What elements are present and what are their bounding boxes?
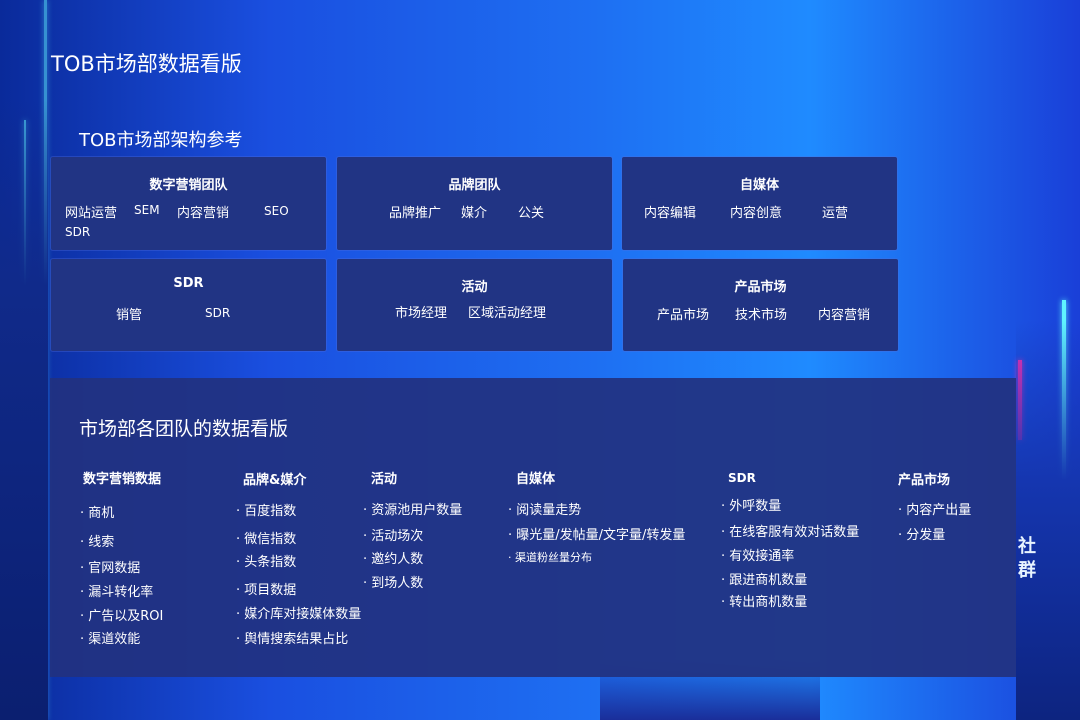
card-title: 数字营销团队 [149, 178, 228, 193]
metric-item: · 到场人数 [363, 576, 424, 591]
card-item: 产品市场 [657, 308, 710, 323]
metric-item: · 微信指数 [236, 532, 297, 547]
column-heading: 产品市场 [898, 473, 951, 488]
card-item: SEM [134, 203, 160, 217]
metric-item: · 广告以及ROI [80, 609, 164, 624]
column-heading: SDR [728, 471, 756, 485]
card-item: 内容营销 [177, 206, 230, 221]
side-text: 社群 [1018, 536, 1036, 581]
metric-item: · 项目数据 [236, 583, 297, 598]
card-item: 市场经理 [395, 306, 448, 321]
org-section-title: TOB市场部架构参考 [79, 130, 243, 151]
card-title: 品牌团队 [448, 178, 501, 193]
metric-item: · 渠道粉丝量分布 [508, 551, 592, 564]
metric-item: · 资源池用户数量 [363, 503, 463, 518]
card-item: SEO [264, 204, 289, 218]
metric-item: · 跟进商机数量 [721, 573, 808, 588]
card-item: 品牌推广 [389, 206, 442, 221]
org-card-product-marketing: 产品市场 产品市场 技术市场 内容营销 [623, 259, 898, 351]
card-item: 内容创意 [730, 206, 783, 221]
dashboard-title: 市场部各团队的数据看版 [79, 418, 289, 440]
card-title: 活动 [461, 280, 488, 295]
metric-item: · 活动场次 [363, 529, 424, 544]
org-card-events: 活动 市场经理 区域活动经理 [337, 259, 612, 351]
card-title: SDR [173, 276, 204, 291]
metric-item: · 头条指数 [236, 555, 297, 570]
card-item: 内容编辑 [644, 206, 697, 221]
metric-item: · 曝光量/发帖量/文字量/转发量 [508, 528, 686, 543]
card-item: 公关 [518, 206, 545, 221]
metric-item: · 渠道效能 [80, 632, 141, 647]
metric-item: · 媒介库对接媒体数量 [236, 607, 362, 622]
card-item: SDR [205, 306, 231, 320]
metric-item: · 百度指数 [236, 504, 297, 519]
card-item: 区域活动经理 [468, 306, 547, 321]
org-card-brand: 品牌团队 品牌推广 媒介 公关 [337, 157, 612, 250]
metric-item: · 漏斗转化率 [80, 585, 154, 600]
metric-item: · 分发量 [898, 528, 946, 543]
card-item: 网站运营 [65, 206, 118, 221]
metric-item: · 线索 [80, 535, 115, 550]
card-item: 运营 [822, 206, 849, 221]
org-card-sdr: SDR 销管 SDR [51, 259, 326, 351]
metric-item: · 内容产出量 [898, 503, 972, 518]
metric-item: · 外呼数量 [721, 499, 782, 514]
column-heading: 自媒体 [516, 472, 556, 487]
column-heading: 数字营销数据 [83, 472, 162, 487]
metric-item: · 转出商机数量 [721, 595, 808, 610]
card-title: 自媒体 [739, 178, 779, 193]
card-item: 技术市场 [735, 308, 788, 323]
metric-item: · 商机 [80, 506, 115, 521]
org-card-digital-marketing: 数字营销团队 网站运营 SEM 内容营销 SEO SDR [51, 157, 326, 250]
card-item: SDR [65, 225, 91, 239]
metric-item: · 邀约人数 [363, 552, 424, 567]
org-card-self-media: 自媒体 内容编辑 内容创意 运营 [622, 157, 897, 250]
page-title: TOB市场部数据看版 [51, 52, 242, 76]
metric-item: · 有效接通率 [721, 549, 795, 564]
metric-item: · 舆情搜索结果占比 [236, 632, 349, 647]
card-item: 媒介 [461, 206, 488, 221]
metric-item: · 在线客服有效对话数量 [721, 525, 860, 540]
metric-item: · 官网数据 [80, 561, 141, 576]
card-item: 销管 [116, 308, 143, 323]
card-title: 产品市场 [734, 280, 787, 295]
metric-item: · 阅读量走势 [508, 503, 582, 518]
column-heading: 活动 [371, 472, 398, 487]
column-heading: 品牌&媒介 [243, 473, 307, 488]
card-item: 内容营销 [818, 308, 871, 323]
